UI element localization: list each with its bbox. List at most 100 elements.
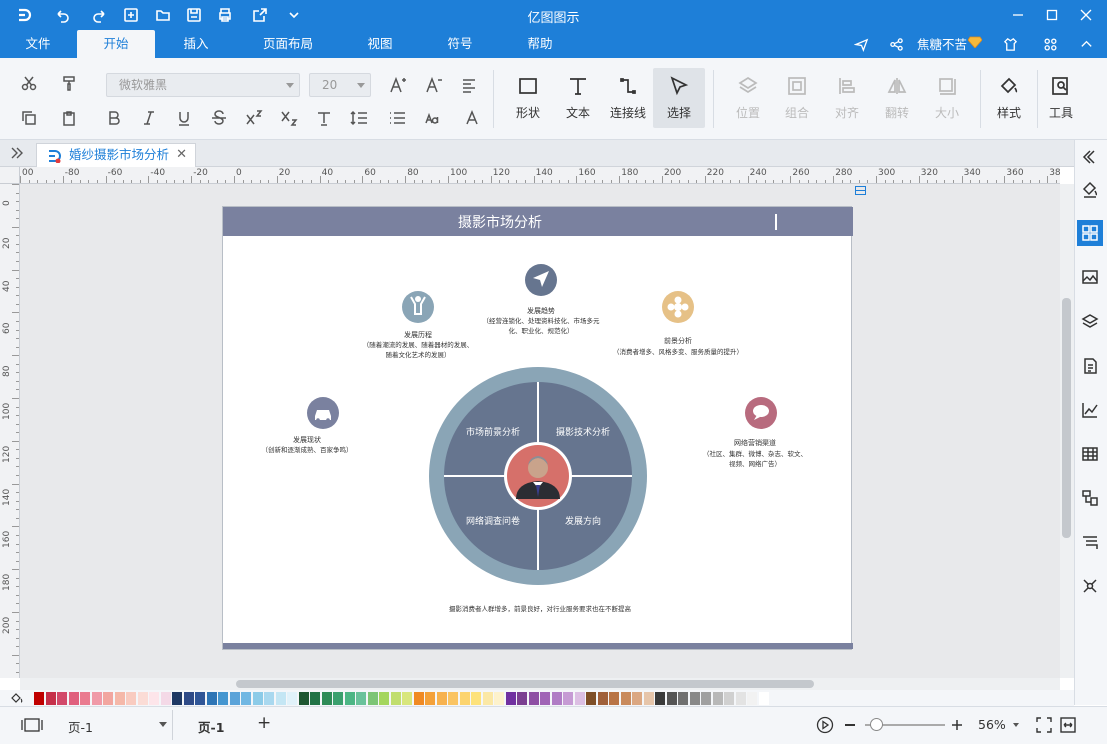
color-swatch[interactable] — [252, 692, 263, 705]
symbol-library-icon[interactable] — [1077, 220, 1103, 246]
node-prospect[interactable]: 前景分析 （消费者增多、风格多变、服务质量的提升） — [613, 291, 743, 356]
skin-icon[interactable] — [1000, 34, 1020, 54]
color-swatch[interactable] — [34, 692, 44, 705]
zoom-slider-knob[interactable] — [870, 718, 883, 731]
color-swatch[interactable] — [517, 692, 527, 705]
color-swatch[interactable] — [425, 692, 435, 705]
zoom-in-icon[interactable] — [951, 719, 963, 731]
share-icon[interactable] — [886, 34, 906, 54]
superscript-icon[interactable] — [242, 106, 266, 130]
color-swatch[interactable] — [114, 692, 125, 705]
increase-font-icon[interactable] — [386, 73, 410, 97]
color-swatch[interactable] — [735, 692, 746, 705]
quadrant-photo-tech[interactable]: 摄影技术分析 — [556, 426, 610, 438]
connector-tool-button[interactable]: 连接线 — [602, 68, 654, 128]
color-swatch[interactable] — [666, 692, 677, 705]
close-icon[interactable] — [1074, 4, 1098, 26]
table-icon[interactable] — [1077, 441, 1103, 467]
color-swatch[interactable] — [126, 692, 136, 705]
text-style-icon[interactable] — [312, 106, 336, 130]
diagram-title[interactable]: 摄影市场分析 — [458, 214, 542, 231]
color-swatch[interactable] — [597, 692, 608, 705]
color-swatch[interactable] — [436, 692, 447, 705]
color-swatch[interactable] — [229, 692, 240, 705]
color-swatch[interactable] — [149, 692, 159, 705]
format-lines-icon[interactable] — [1077, 529, 1103, 555]
tools-button[interactable]: 工具 — [1035, 68, 1087, 128]
color-swatch[interactable] — [367, 692, 378, 705]
color-swatch[interactable] — [609, 692, 619, 705]
color-swatch[interactable] — [620, 692, 631, 705]
color-swatch[interactable] — [724, 692, 734, 705]
color-swatch[interactable] — [689, 692, 700, 705]
text-align-icon[interactable] — [458, 73, 482, 97]
menu-view[interactable]: 视图 — [356, 30, 404, 58]
expand-library-icon[interactable] — [10, 146, 24, 160]
color-swatch[interactable] — [712, 692, 723, 705]
group-button[interactable]: 组合 — [771, 68, 823, 128]
page-properties-icon[interactable] — [1077, 353, 1103, 379]
color-swatch[interactable] — [471, 692, 481, 705]
mind-map-icon[interactable] — [1077, 573, 1103, 599]
play-presentation-icon[interactable] — [816, 716, 834, 734]
color-swatch[interactable] — [218, 692, 228, 705]
minimize-icon[interactable] — [1006, 4, 1030, 26]
color-swatch[interactable] — [758, 692, 769, 705]
color-swatch[interactable] — [402, 692, 412, 705]
menu-insert[interactable]: 插入 — [172, 30, 220, 58]
color-swatch[interactable] — [459, 692, 470, 705]
color-swatch[interactable] — [137, 692, 148, 705]
color-swatch[interactable] — [540, 692, 550, 705]
maximize-icon[interactable] — [1040, 4, 1064, 26]
copy-icon[interactable] — [17, 106, 41, 130]
document-tab[interactable]: 婚纱摄影市场分析 ✕ — [36, 143, 196, 167]
fill-style-icon[interactable] — [1077, 176, 1103, 202]
line-spacing-icon[interactable] — [347, 106, 371, 130]
node-history[interactable]: 发展历程 （随着潮流的发展、随着器材的发展、 随着文化艺术的发展） — [363, 291, 474, 359]
color-swatch[interactable] — [379, 692, 389, 705]
color-swatch[interactable] — [310, 692, 320, 705]
shape-tool-button[interactable]: 形状 — [502, 68, 554, 128]
vertical-scroll-thumb[interactable] — [1062, 298, 1071, 538]
rotate-button[interactable]: 翻转 — [871, 68, 923, 128]
color-swatch[interactable] — [91, 692, 102, 705]
color-swatch[interactable] — [390, 692, 401, 705]
size-button[interactable]: 大小 — [921, 68, 973, 128]
color-swatch[interactable] — [264, 692, 274, 705]
color-swatch[interactable] — [528, 692, 539, 705]
position-button[interactable]: 位置 — [722, 68, 774, 128]
font-family-select[interactable]: 微软雅黑 — [106, 73, 300, 97]
color-swatch[interactable] — [275, 692, 286, 705]
user-name[interactable]: 焦糖不苦 — [917, 34, 967, 53]
color-swatch[interactable] — [494, 692, 504, 705]
layers-panel-icon[interactable] — [1077, 309, 1103, 335]
format-painter-icon[interactable] — [57, 71, 81, 95]
bold-icon[interactable] — [102, 106, 126, 130]
color-swatch[interactable] — [563, 692, 573, 705]
menu-page-layout[interactable]: 页面布局 — [255, 30, 321, 58]
align-button[interactable]: 对齐 — [821, 68, 873, 128]
chart-icon[interactable] — [1077, 397, 1103, 423]
italic-icon[interactable] — [137, 106, 161, 130]
menu-home[interactable]: 开始 — [77, 30, 155, 58]
tab-close-icon[interactable]: ✕ — [176, 144, 187, 166]
diagram-footer-note[interactable]: 摄影消费者人群增多，前景良好，对行业服务要求也在不断提高 — [449, 604, 632, 613]
page-tab[interactable]: 页-1 — [198, 717, 224, 736]
bullet-list-icon[interactable] — [385, 106, 409, 130]
strikethrough-icon[interactable] — [207, 106, 231, 130]
color-swatch[interactable] — [448, 692, 458, 705]
zoom-level[interactable]: 56% — [978, 717, 1006, 732]
font-size-select[interactable]: 20 — [309, 73, 371, 97]
zoom-caret[interactable] — [1013, 723, 1019, 727]
color-swatch[interactable] — [333, 692, 343, 705]
node-status[interactable]: 发展现状 （创新和逐渐成熟、百家争鸣） — [262, 397, 353, 454]
style-button[interactable]: 样式 — [983, 68, 1035, 128]
color-swatch[interactable] — [206, 692, 217, 705]
color-swatch[interactable] — [701, 692, 711, 705]
color-swatch[interactable] — [68, 692, 79, 705]
fill-bucket-icon[interactable] — [9, 692, 25, 705]
page-handle-icon[interactable] — [855, 184, 866, 195]
color-swatch[interactable] — [344, 692, 355, 705]
subscript-icon[interactable] — [277, 106, 301, 130]
color-swatch[interactable] — [574, 692, 585, 705]
